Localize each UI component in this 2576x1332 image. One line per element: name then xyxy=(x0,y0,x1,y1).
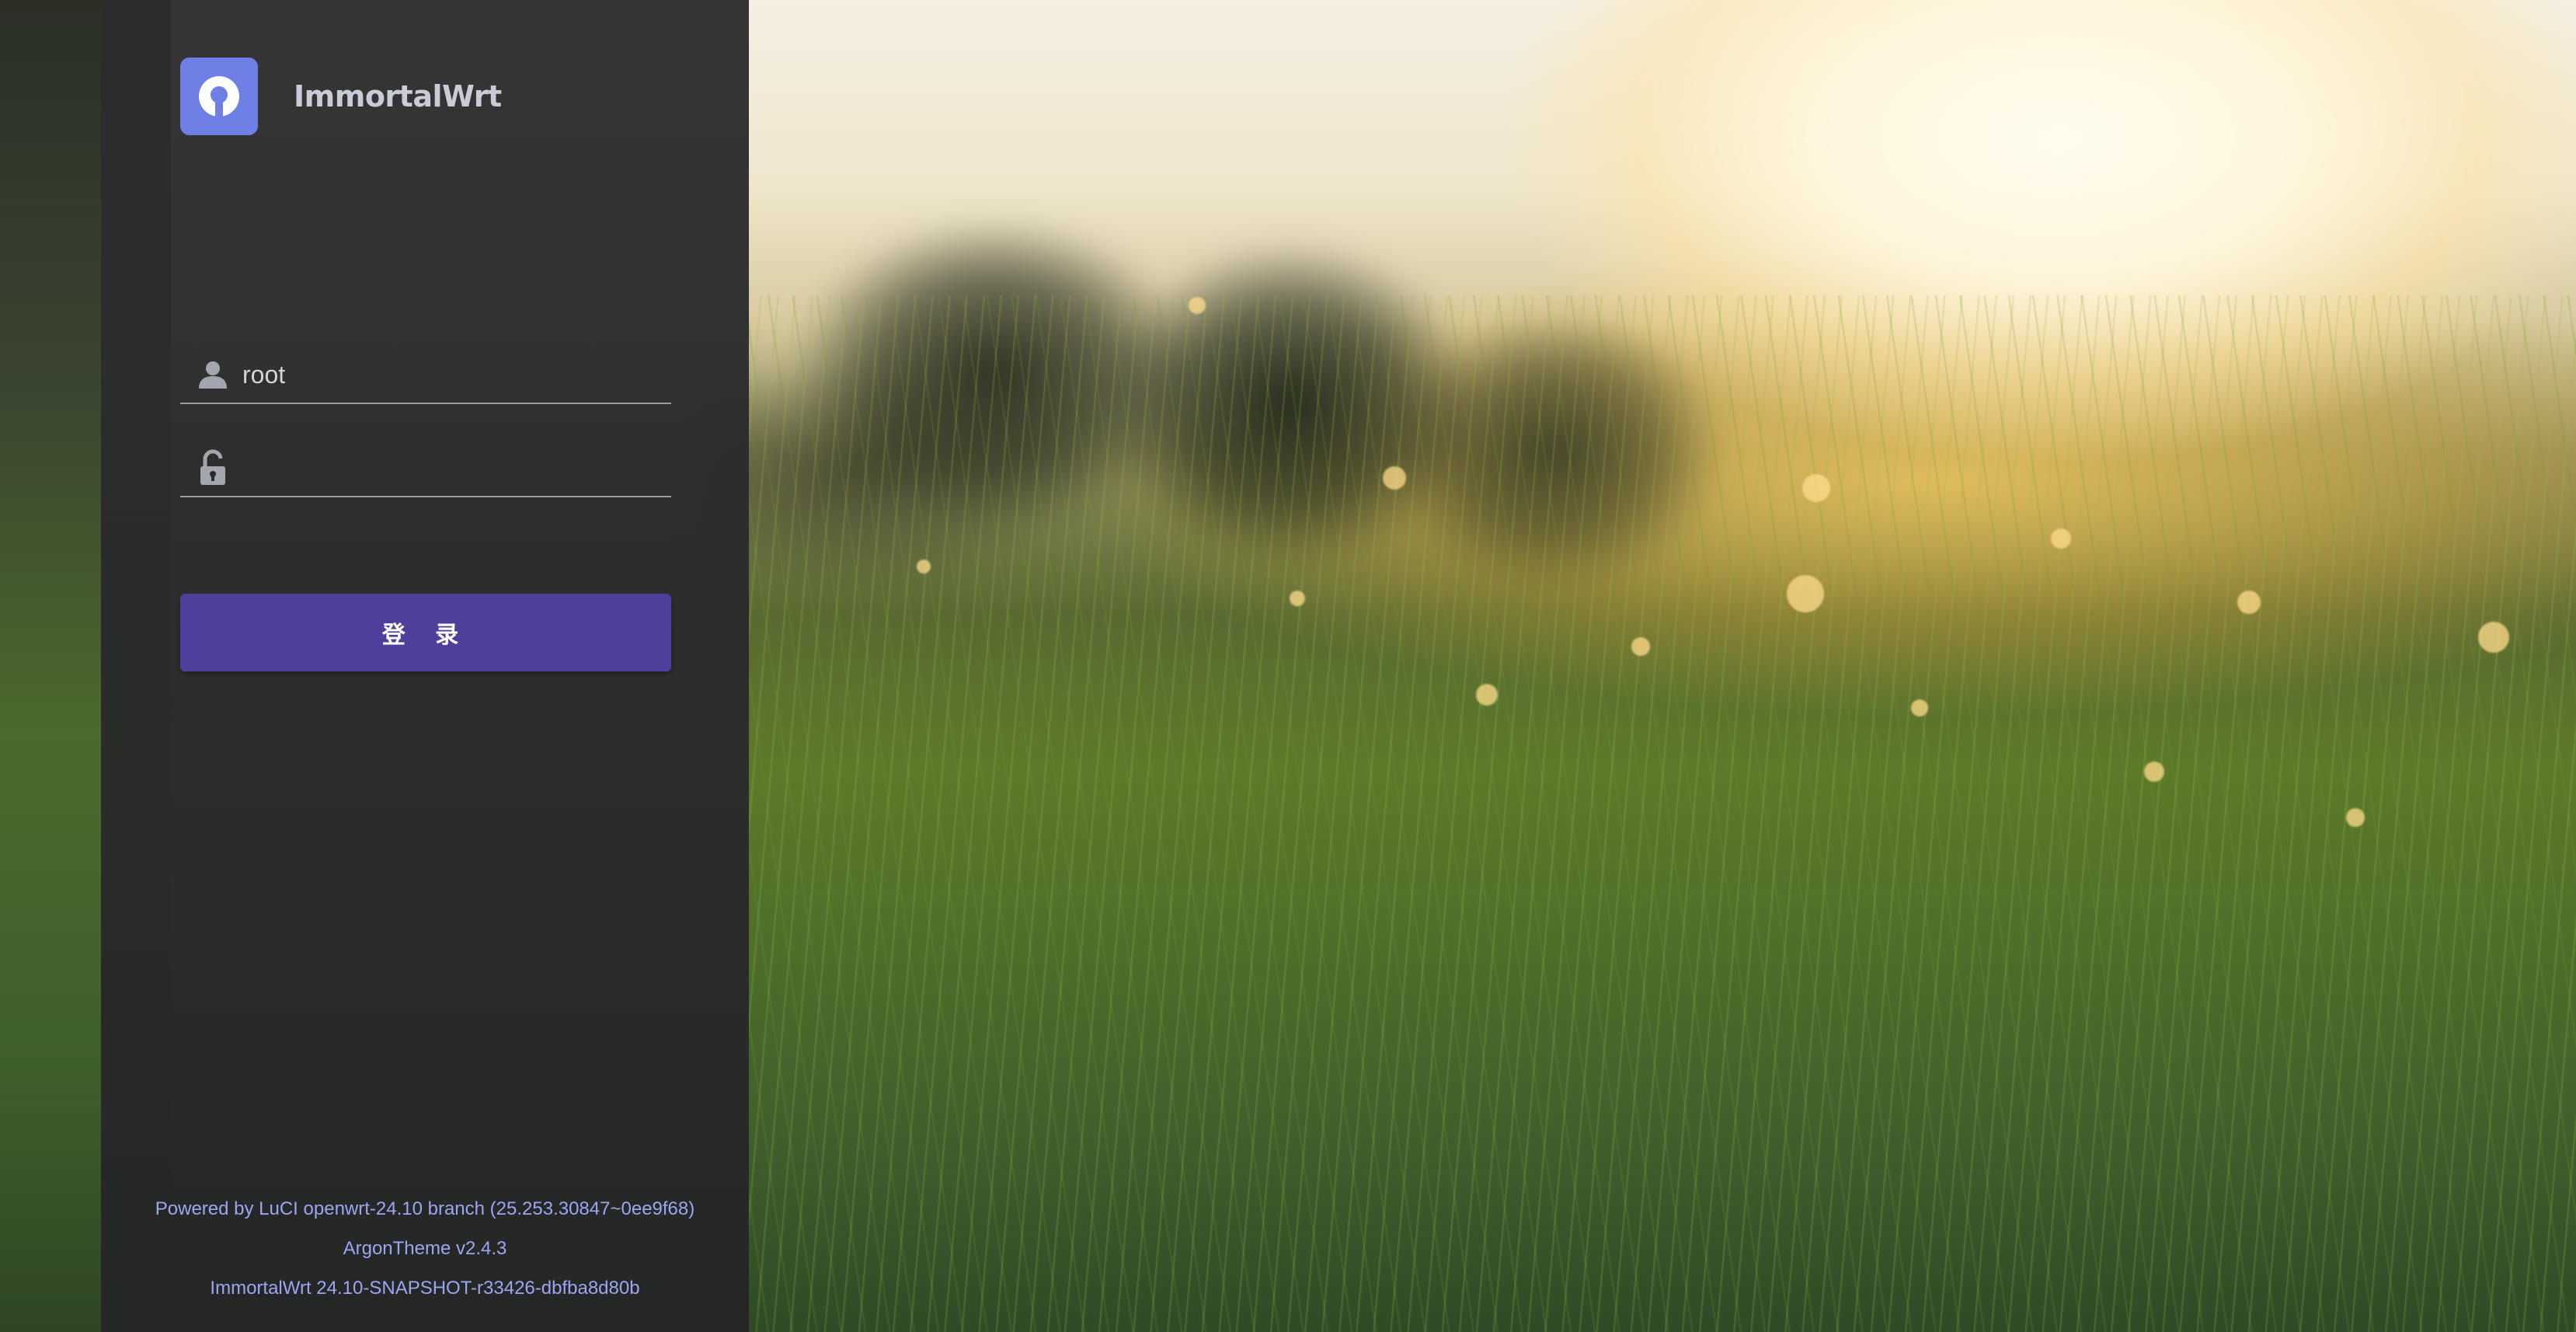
username-field[interactable] xyxy=(180,347,671,404)
user-icon xyxy=(191,353,235,396)
username-input[interactable] xyxy=(242,351,671,398)
password-input[interactable] xyxy=(242,445,671,491)
footer-firmware-version: ImmortalWrt 24.10-SNAPSHOT-r33426-dbfba8… xyxy=(210,1278,640,1299)
login-button[interactable]: 登 录 xyxy=(180,594,671,671)
brand: ImmortalWrt xyxy=(180,58,502,135)
immortalwrt-logo-icon xyxy=(180,58,258,135)
password-field[interactable] xyxy=(180,440,671,497)
login-panel: ImmortalWrt 登 录 xyxy=(101,0,749,1332)
footer: Powered by LuCI openwrt-24.10 branch (25… xyxy=(101,1189,749,1308)
brand-name: ImmortalWrt xyxy=(294,79,502,113)
login-page: ImmortalWrt 登 录 xyxy=(0,0,2576,1332)
background-grass xyxy=(746,295,2576,1332)
footer-theme-version: ArgonTheme v2.4.3 xyxy=(343,1238,507,1259)
unlock-icon xyxy=(191,446,235,490)
footer-powered-by: Powered by LuCI openwrt-24.10 branch (25… xyxy=(155,1198,695,1219)
